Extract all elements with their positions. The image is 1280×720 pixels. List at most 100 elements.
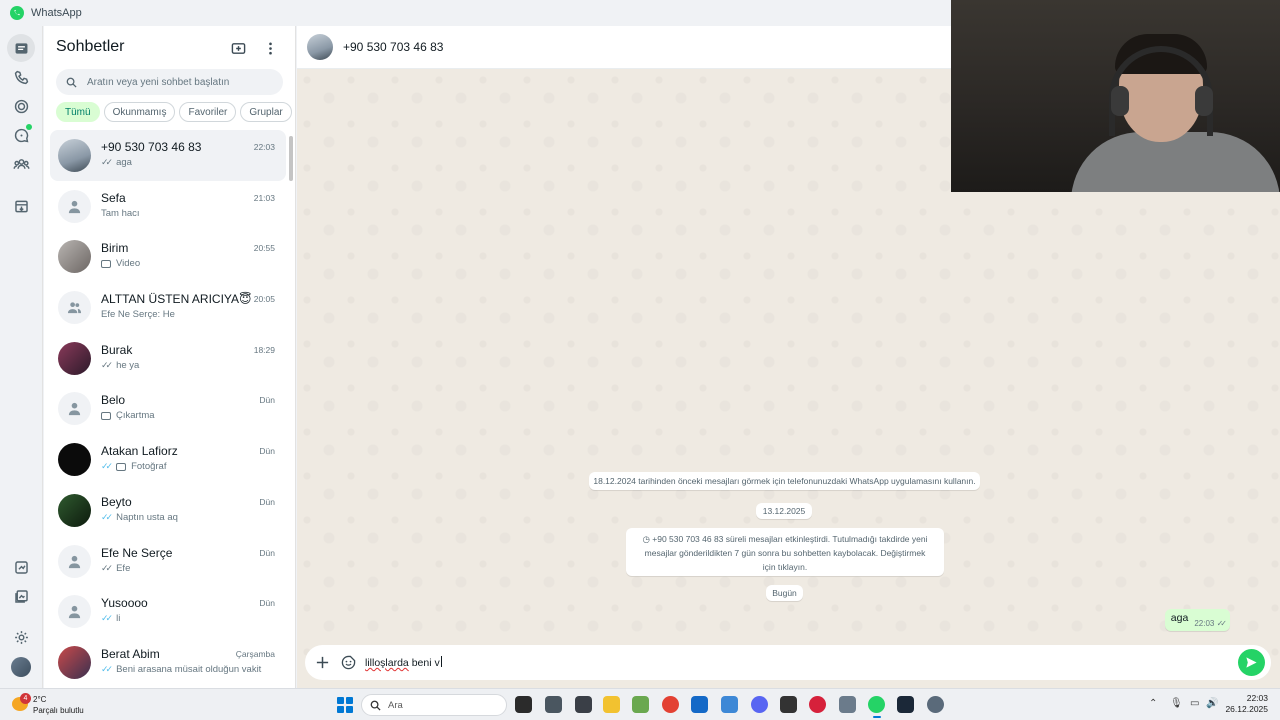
attach-plus-icon[interactable] — [311, 651, 333, 673]
chat-list-item[interactable]: Belo Dün Çıkartma — [50, 383, 286, 434]
network-icon[interactable]: ▭ — [1190, 698, 1199, 709]
game-app-icon[interactable] — [632, 696, 649, 713]
phone-icon[interactable] — [7, 63, 35, 91]
chat-list-item[interactable]: Atakan Lafiorz Dün ✓✓ Fotoğraf — [50, 434, 286, 485]
chat-time: 22:03 — [253, 142, 275, 152]
filter-chip[interactable]: Favoriler — [179, 102, 237, 122]
task-view-icon[interactable] — [515, 696, 532, 713]
weather-widget[interactable]: 4 2°C Parçalı bulutlu — [12, 693, 102, 717]
new-chat-icon[interactable] — [228, 38, 248, 58]
chat-preview: ✓✓ he ya — [101, 360, 139, 371]
whatsapp-taskbar-icon[interactable] — [868, 696, 885, 718]
store-icon[interactable] — [691, 696, 708, 713]
chat-name: Burak — [101, 342, 133, 357]
system-message-history[interactable]: 18.12.2024 tarihinden önceki mesajları g… — [589, 472, 980, 490]
discord-icon[interactable] — [751, 696, 768, 713]
chat-avatar — [58, 493, 91, 527]
system-message-disappearing[interactable]: ◷ +90 530 703 46 83 süreli mesajları etk… — [626, 528, 944, 576]
calculator-icon[interactable] — [839, 696, 856, 713]
chat-list-item[interactable]: Birim 20:55 Video — [50, 231, 286, 282]
chat-time: Dün — [259, 598, 275, 609]
whatsapp-logo-icon — [10, 6, 24, 20]
chat-time: Dün — [259, 547, 275, 558]
chat-list-item[interactable]: Burak 18:29 ✓✓ he ya — [50, 333, 286, 384]
status-icon[interactable] — [7, 92, 35, 120]
filter-chip[interactable]: Okunmamış — [103, 102, 176, 122]
chat-preview: ✓✓ Efe — [101, 563, 130, 574]
chrome-icon[interactable] — [662, 696, 679, 713]
message-text: aga — [1170, 612, 1189, 624]
outgoing-message[interactable]: aga 22:03 ✓✓ — [1164, 609, 1230, 631]
chat-list-item[interactable]: Beyto Dün ✓✓ Naptın usta aq — [50, 485, 286, 536]
chat-preview: ✓✓ Naptın usta aq — [101, 512, 178, 523]
delivered-tick-icon: ✓✓ — [101, 461, 113, 472]
send-button[interactable] — [1238, 649, 1265, 676]
profile-avatar[interactable] — [11, 657, 31, 677]
chat-list-item[interactable]: Efe Ne Serçe Dün ✓✓ Efe — [50, 536, 286, 587]
taskbar-clock[interactable]: 22:03 26.12.2025 — [1225, 693, 1268, 715]
taskbar-search[interactable]: Ara — [361, 694, 507, 716]
gallery-app-icon[interactable] — [545, 696, 562, 713]
tray-chevron-icon[interactable]: ⌃ — [1149, 698, 1157, 709]
chat-list-scrollbar[interactable] — [289, 136, 293, 181]
chats-icon[interactable] — [7, 34, 35, 62]
menu-dots-icon[interactable] — [260, 38, 280, 58]
channels-icon[interactable] — [7, 121, 35, 149]
contact-avatar[interactable] — [307, 34, 333, 60]
clock-date: 26.12.2025 — [1225, 704, 1268, 714]
filter-chip[interactable]: Gruplar — [240, 102, 292, 122]
chat-time: Dün — [259, 496, 275, 507]
chat-name: Yusoooo — [101, 596, 148, 611]
settings-icon[interactable] — [7, 623, 35, 651]
media-icon[interactable] — [7, 582, 35, 610]
chat-list: +90 530 703 46 83 22:03 ✓✓ aga Sefa 21:03 Tam … — [50, 130, 286, 688]
chat-name: Berat Abim — [101, 646, 160, 661]
volume-icon[interactable]: 🔊 — [1206, 698, 1218, 709]
filter-chip[interactable]: Tümü — [56, 102, 100, 122]
search-bar[interactable] — [56, 69, 283, 95]
timer-icon: ◷ — [642, 534, 653, 544]
chat-avatar — [58, 341, 91, 375]
chat-list-item[interactable]: Yusoooo Dün ✓✓ li — [50, 586, 286, 637]
chat-list-item[interactable]: Berat Abim Çarşamba ✓✓ Beni arasana müsait … — [50, 637, 286, 688]
chat-preview-text: Efe Ne Serçe: He — [101, 309, 175, 321]
chat-list-item[interactable]: +90 530 703 46 83 22:03 ✓✓ aga — [50, 130, 286, 181]
chat-preview-text: Video — [116, 258, 141, 270]
archive-icon[interactable] — [7, 192, 35, 220]
chat-list-panel: Sohbetler TümüOkunmamışFavorilerGruplar … — [44, 26, 296, 688]
search-input[interactable] — [87, 76, 267, 88]
chat-list-item[interactable]: ALTTAN ÜSTEN ARICIYA😇 20:05 Efe Ne Serçe: … — [50, 282, 286, 333]
search-icon — [66, 77, 77, 88]
notification-badge: 4 — [20, 693, 31, 704]
chat-preview-text: he ya — [116, 359, 140, 371]
chat-list-item[interactable]: Sefa 21:03 Tam hacı — [50, 181, 286, 232]
typed-text: beni v — [408, 657, 440, 669]
media-player-icon[interactable] — [809, 696, 826, 713]
emoji-sticker-icon[interactable] — [337, 651, 359, 673]
network-app-icon[interactable] — [721, 696, 738, 713]
file-explorer-icon[interactable] — [603, 696, 620, 713]
chat-name: ALTTAN ÜSTEN ARICIYA😇 — [101, 292, 252, 307]
filter-chips: Tümü Okunmamış Favoriler Gruplar — [56, 102, 292, 122]
chat-avatar — [58, 291, 91, 325]
navigation-rail — [0, 26, 43, 688]
sticker-icon — [101, 411, 111, 420]
start-button[interactable] — [337, 697, 353, 713]
microphone-icon[interactable]: 🎙 — [1170, 698, 1183, 709]
settings-app-icon[interactable] — [927, 696, 944, 713]
date-divider-today: Bugün — [766, 585, 803, 601]
starred-icon[interactable] — [7, 553, 35, 581]
conversation-title[interactable]: +90 530 703 46 83 — [343, 40, 443, 54]
steam-icon[interactable] — [897, 696, 914, 713]
chat-avatar — [58, 443, 91, 477]
message-composer[interactable]: lilloşlarda beni v — [305, 645, 1271, 680]
chat-preview: ✓✓ Beni arasana müsait olduğun vakit — [101, 664, 261, 675]
message-input[interactable]: lilloşlarda beni v — [365, 656, 442, 669]
app-icon[interactable] — [575, 696, 592, 713]
system-message-text: +90 530 703 46 83 süreli mesajları etkin… — [644, 534, 928, 572]
communities-icon[interactable] — [7, 150, 35, 178]
chat-avatar — [58, 189, 91, 223]
app-icon-2[interactable] — [780, 696, 797, 713]
delivered-tick-icon: ✓✓ — [101, 359, 113, 370]
chat-avatar — [58, 595, 91, 629]
